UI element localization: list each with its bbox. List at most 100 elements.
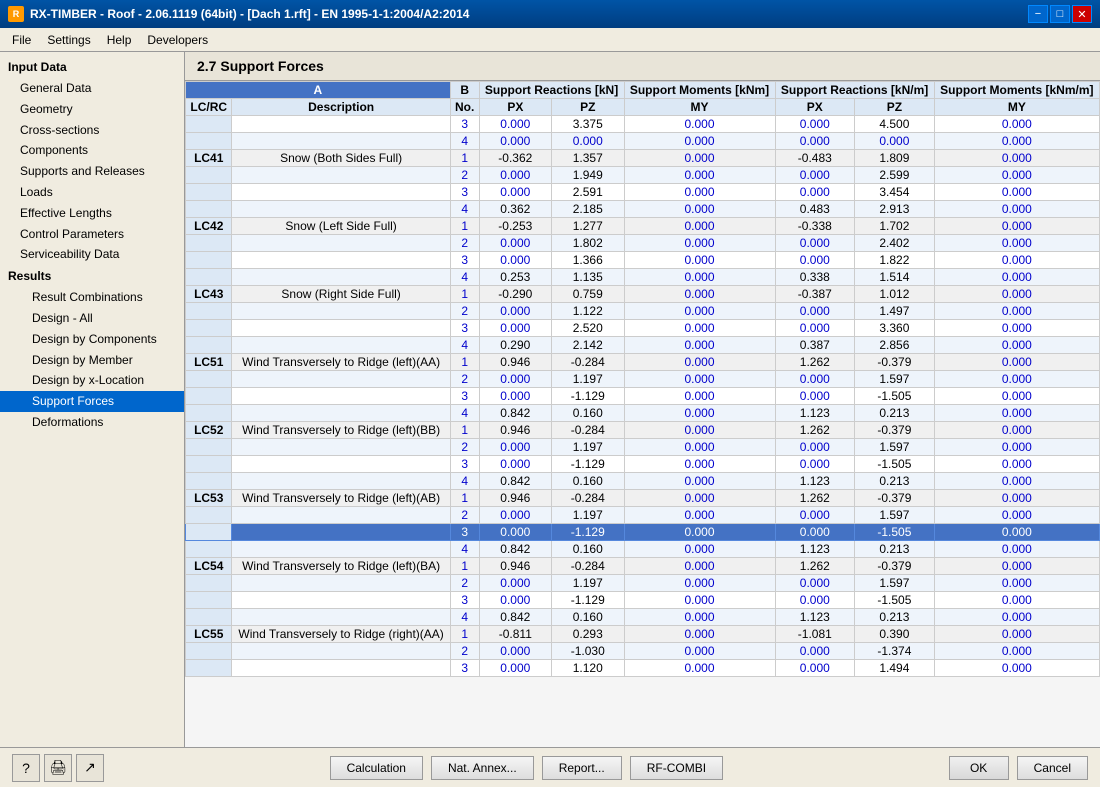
table-cell: 1.949 bbox=[552, 167, 624, 184]
table-cell bbox=[186, 269, 232, 286]
table-cell: -1.505 bbox=[855, 456, 935, 473]
sidebar-item-serviceability[interactable]: Serviceability Data bbox=[0, 244, 184, 265]
nat-annex-button[interactable]: Nat. Annex... bbox=[431, 756, 534, 780]
maximize-button[interactable]: □ bbox=[1050, 5, 1070, 23]
results-section-title: Results bbox=[0, 265, 184, 287]
table-cell: 0.000 bbox=[775, 116, 855, 133]
table-cell: 0.842 bbox=[479, 609, 551, 626]
table-cell bbox=[186, 660, 232, 677]
table-cell: 0.842 bbox=[479, 541, 551, 558]
table-cell bbox=[186, 337, 232, 354]
table-cell: 3 bbox=[450, 592, 479, 609]
menu-settings[interactable]: Settings bbox=[39, 29, 98, 51]
export-icon-button[interactable]: ↗ bbox=[76, 754, 104, 782]
table-cell: 0.000 bbox=[479, 371, 551, 388]
table-cell: 4 bbox=[450, 541, 479, 558]
table-cell: 2.402 bbox=[855, 235, 935, 252]
table-cell bbox=[232, 388, 450, 405]
print-icon-button[interactable]: 🖨 bbox=[44, 754, 72, 782]
table-cell: 0.000 bbox=[934, 201, 1099, 218]
table-cell: 0.000 bbox=[624, 252, 775, 269]
table-cell: Snow (Right Side Full) bbox=[232, 286, 450, 303]
table-cell: 0.000 bbox=[624, 167, 775, 184]
close-button[interactable]: ✕ bbox=[1072, 5, 1092, 23]
table-cell bbox=[186, 252, 232, 269]
minimize-button[interactable]: − bbox=[1028, 5, 1048, 23]
table-cell: LC53 bbox=[186, 490, 232, 507]
cancel-button[interactable]: Cancel bbox=[1017, 756, 1088, 780]
table-cell: 0.000 bbox=[624, 150, 775, 167]
table-cell bbox=[232, 643, 450, 660]
table-cell: 3 bbox=[450, 320, 479, 337]
help-icon-button[interactable]: ? bbox=[12, 754, 40, 782]
table-cell bbox=[186, 303, 232, 320]
menu-developers[interactable]: Developers bbox=[139, 29, 216, 51]
table-cell: 0.000 bbox=[934, 524, 1099, 541]
sidebar-item-support-forces[interactable]: Support Forces bbox=[0, 391, 184, 412]
ok-button[interactable]: OK bbox=[949, 756, 1009, 780]
rf-combi-button[interactable]: RF-COMBI bbox=[630, 756, 723, 780]
table-cell: 0.946 bbox=[479, 490, 551, 507]
table-cell: 2.520 bbox=[552, 320, 624, 337]
sidebar-item-components[interactable]: Components bbox=[0, 140, 184, 161]
menu-file[interactable]: File bbox=[4, 29, 39, 51]
report-button[interactable]: Report... bbox=[542, 756, 622, 780]
table-cell bbox=[186, 388, 232, 405]
table-cell: -0.379 bbox=[855, 490, 935, 507]
table-cell: 0.000 bbox=[775, 507, 855, 524]
table-cell bbox=[186, 473, 232, 490]
table-cell: 0.000 bbox=[934, 167, 1099, 184]
table-cell: 0.387 bbox=[775, 337, 855, 354]
sidebar-item-geometry[interactable]: Geometry bbox=[0, 99, 184, 120]
calculation-button[interactable]: Calculation bbox=[330, 756, 423, 780]
table-cell: 1 bbox=[450, 626, 479, 643]
table-cell: 0.213 bbox=[855, 473, 935, 490]
table-container[interactable]: A B Support Reactions [kN] Support Momen… bbox=[185, 81, 1100, 747]
table-cell: 0.000 bbox=[624, 660, 775, 677]
desc-header: Description bbox=[232, 99, 450, 116]
px-header: PX bbox=[479, 99, 551, 116]
table-cell: -1.081 bbox=[775, 626, 855, 643]
table-cell: 0.000 bbox=[934, 252, 1099, 269]
sidebar-item-cross-sections[interactable]: Cross-sections bbox=[0, 120, 184, 141]
table-cell: 3 bbox=[450, 388, 479, 405]
sidebar-item-deformations[interactable]: Deformations bbox=[0, 412, 184, 433]
table-cell: -0.483 bbox=[775, 150, 855, 167]
table-cell: 0.000 bbox=[624, 303, 775, 320]
sidebar-item-general-data[interactable]: General Data bbox=[0, 78, 184, 99]
table-cell: 0.000 bbox=[624, 422, 775, 439]
sidebar-item-design-member[interactable]: Design by Member bbox=[0, 350, 184, 371]
table-cell: 0.000 bbox=[934, 490, 1099, 507]
my-header: MY bbox=[624, 99, 775, 116]
table-cell: 0.000 bbox=[624, 405, 775, 422]
sidebar-item-effective-lengths[interactable]: Effective Lengths bbox=[0, 203, 184, 224]
table-cell: 1.123 bbox=[775, 541, 855, 558]
table-cell: 1.262 bbox=[775, 490, 855, 507]
sidebar-item-supports-releases[interactable]: Supports and Releases bbox=[0, 161, 184, 182]
table-cell: 0.000 bbox=[624, 609, 775, 626]
table-cell: 2 bbox=[450, 235, 479, 252]
table-cell: 0.000 bbox=[934, 456, 1099, 473]
app-icon: R bbox=[8, 6, 24, 22]
sidebar-item-loads[interactable]: Loads bbox=[0, 182, 184, 203]
table-cell: 0.000 bbox=[934, 354, 1099, 371]
table-cell: 1.497 bbox=[855, 303, 935, 320]
table-cell: 0.000 bbox=[479, 439, 551, 456]
table-cell: 3.360 bbox=[855, 320, 935, 337]
table-cell bbox=[232, 473, 450, 490]
sidebar-item-result-combinations[interactable]: Result Combinations bbox=[0, 287, 184, 308]
table-cell: 0.000 bbox=[934, 388, 1099, 405]
sidebar-item-design-all[interactable]: Design - All bbox=[0, 308, 184, 329]
table-cell: 0.000 bbox=[624, 541, 775, 558]
table-cell bbox=[186, 609, 232, 626]
table-cell: 1.135 bbox=[552, 269, 624, 286]
sidebar-item-design-components[interactable]: Design by Components bbox=[0, 329, 184, 350]
table-cell: 0.000 bbox=[479, 643, 551, 660]
menu-help[interactable]: Help bbox=[99, 29, 140, 51]
sidebar-item-control-parameters[interactable]: Control Parameters bbox=[0, 224, 184, 245]
table-cell: 1.597 bbox=[855, 575, 935, 592]
table-cell: 3 bbox=[450, 184, 479, 201]
sidebar-item-design-x-location[interactable]: Design by x-Location bbox=[0, 370, 184, 391]
table-cell: 0.000 bbox=[934, 269, 1099, 286]
table-cell: 0.000 bbox=[624, 218, 775, 235]
